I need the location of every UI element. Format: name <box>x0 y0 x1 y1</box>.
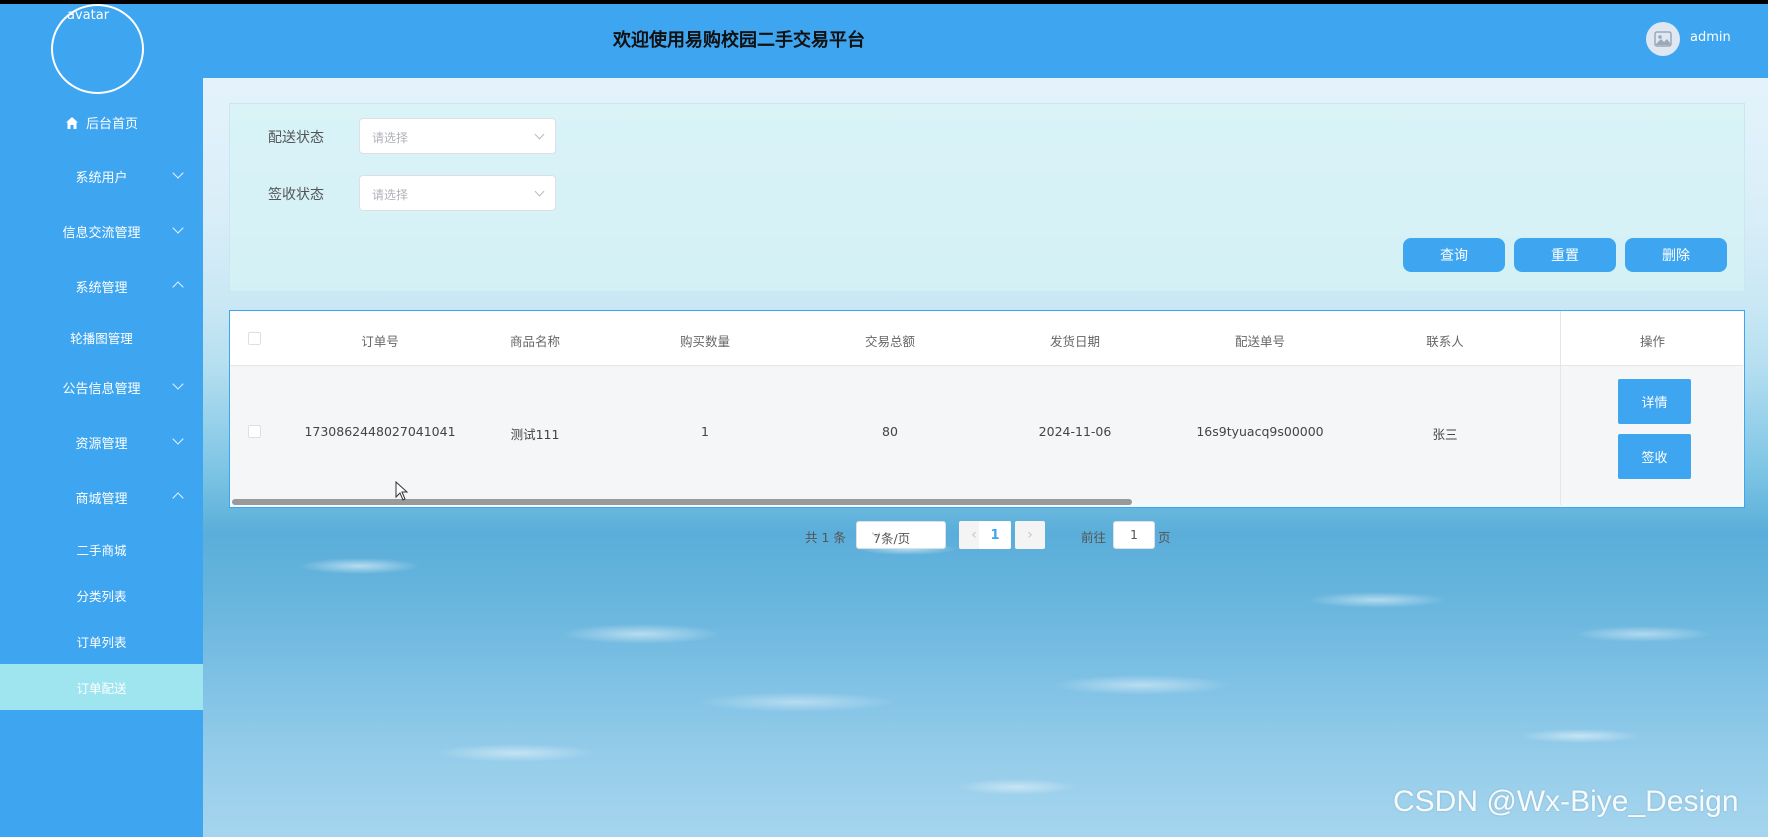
image-icon <box>1654 31 1672 47</box>
username[interactable]: admin <box>1690 30 1731 45</box>
chevron-down-icon <box>534 186 545 197</box>
sidebar-item-label: 订单配送 <box>76 680 127 696</box>
sidebar-item-label: 资源管理 <box>75 436 128 452</box>
sidebar-item-info-exchange[interactable]: 信息交流管理 <box>0 211 203 251</box>
select-placeholder: 请选择 <box>372 131 409 145</box>
goto-label: 前往 <box>1081 530 1107 545</box>
sidebar-item-carousel[interactable]: 轮播图管理 <box>0 317 203 357</box>
query-button[interactable]: 查询 <box>1403 238 1505 272</box>
cell-quantity: 1 <box>701 424 709 439</box>
sidebar: avatar 后台首页 系统用户 信息交流管理 系统管理 轮播图管理 公告信息管… <box>0 4 203 837</box>
chevron-down-icon <box>172 222 184 234</box>
sidebar-item-order-delivery[interactable]: 订单配送 <box>0 664 203 710</box>
sidebar-item-label: 公告信息管理 <box>62 381 141 397</box>
chevron-down-icon <box>534 129 545 140</box>
sidebar-item-label: 系统管理 <box>75 280 128 296</box>
page-size-select[interactable]: 7条/页 <box>856 521 946 549</box>
pagination-total: 共 1 条 <box>805 530 846 545</box>
horizontal-scrollbar[interactable] <box>232 499 1132 505</box>
detail-button[interactable]: 详情 <box>1618 379 1691 424</box>
mouse-cursor-icon <box>395 481 409 501</box>
sidebar-item-label: 二手商城 <box>76 542 127 558</box>
sidebar-item-system-management[interactable]: 系统管理 <box>0 266 203 306</box>
select-all-checkbox[interactable] <box>248 332 261 345</box>
search-panel: 配送状态 请选择 签收状态 请选择 查询 重置 删除 <box>229 103 1745 292</box>
sidebar-item-order-list[interactable]: 订单列表 <box>0 621 203 661</box>
sidebar-item-resources[interactable]: 资源管理 <box>0 422 203 462</box>
sidebar-item-label: 订单列表 <box>76 634 127 650</box>
sidebar-item-label: 分类列表 <box>76 588 127 604</box>
avatar[interactable]: avatar <box>51 4 144 94</box>
avatar-alt-text: avatar <box>67 8 110 23</box>
delivery-status-label: 配送状态 <box>268 130 324 146</box>
next-page-button[interactable]: › <box>1015 521 1045 549</box>
select-placeholder: 请选择 <box>372 188 409 202</box>
sidebar-item-label: 商城管理 <box>75 491 128 507</box>
watermark: CSDN @Wx-Biye_Design <box>1393 785 1739 818</box>
chevron-down-icon <box>172 378 184 390</box>
current-page[interactable]: 1 <box>979 521 1011 549</box>
sidebar-item-mall[interactable]: 商城管理 <box>0 477 203 517</box>
top-header: 欢迎使用易购校园二手交易平台 admin <box>203 4 1768 78</box>
column-header-ship-date: 发货日期 <box>1049 334 1100 349</box>
sidebar-item-system-users[interactable]: 系统用户 <box>0 156 203 196</box>
sign-button[interactable]: 签收 <box>1618 434 1691 479</box>
cell-delivery-no: 16s9tyuacq9s00000 <box>1196 424 1324 439</box>
user-avatar[interactable] <box>1646 22 1680 56</box>
orders-table: 订单号 商品名称 购买数量 交易总额 发货日期 配送单号 联系人 1730862… <box>229 310 1745 508</box>
column-header-product: 商品名称 <box>509 334 560 349</box>
column-header-operations: 操作 <box>1639 334 1665 349</box>
goto-page-input[interactable]: 1 <box>1113 521 1155 549</box>
delivery-status-select[interactable]: 请选择 <box>359 118 556 154</box>
column-header-delivery-no: 配送单号 <box>1234 334 1285 349</box>
table-row[interactable]: 1730862448027041041 测试111 1 80 2024-11-0… <box>230 366 1743 501</box>
column-header-contact: 联系人 <box>1426 334 1464 349</box>
column-header-quantity: 购买数量 <box>679 334 730 349</box>
column-header-order-no: 订单号 <box>361 334 399 349</box>
cell-total: 80 <box>882 424 898 439</box>
sign-status-select[interactable]: 请选择 <box>359 175 556 211</box>
cell-ship-date: 2024-11-06 <box>1038 424 1112 439</box>
chevron-down-icon <box>172 433 184 445</box>
row-checkbox[interactable] <box>248 425 261 438</box>
reset-button[interactable]: 重置 <box>1514 238 1616 272</box>
sidebar-item-label: 轮播图管理 <box>70 330 133 346</box>
main-content: 配送状态 请选择 签收状态 请选择 查询 重置 删除 订单号 商品名称 购买数量… <box>203 78 1768 837</box>
operations-column: 操作 详情 签收 <box>1560 311 1743 505</box>
delete-button[interactable]: 删除 <box>1625 238 1727 272</box>
cell-contact: 张三 <box>1432 427 1458 442</box>
sidebar-item-label: 后台首页 <box>85 116 138 132</box>
sidebar-item-category-list[interactable]: 分类列表 <box>0 575 203 615</box>
chevron-down-icon <box>172 167 184 179</box>
sign-status-label: 签收状态 <box>268 187 324 203</box>
cell-order-no: 1730862448027041041 <box>304 424 456 439</box>
chevron-up-icon <box>172 281 184 293</box>
chevron-up-icon <box>172 492 184 504</box>
sidebar-item-home[interactable]: 后台首页 <box>0 102 203 142</box>
cell-product: 测试111 <box>510 427 560 442</box>
sidebar-item-label: 系统用户 <box>75 170 128 186</box>
sidebar-item-announcements[interactable]: 公告信息管理 <box>0 367 203 407</box>
table-header: 订单号 商品名称 购买数量 交易总额 发货日期 配送单号 联系人 <box>230 311 1743 366</box>
home-icon <box>65 116 78 129</box>
column-header-total: 交易总额 <box>864 334 915 349</box>
page-suffix: 页 <box>1158 530 1171 545</box>
sidebar-item-label: 信息交流管理 <box>62 225 141 241</box>
sidebar-item-second-hand-mall[interactable]: 二手商城 <box>0 529 203 569</box>
page-title: 欢迎使用易购校园二手交易平台 <box>613 30 865 51</box>
